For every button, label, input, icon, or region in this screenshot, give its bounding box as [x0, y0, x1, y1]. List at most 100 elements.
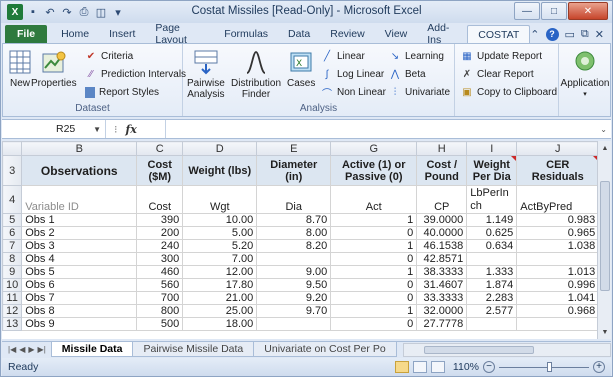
column-header-d[interactable]: D — [182, 141, 258, 156]
properties-button[interactable]: Properties — [31, 48, 77, 89]
diameter-cell[interactable]: 9.00 — [256, 265, 332, 279]
active-cell[interactable]: 1 — [330, 304, 418, 318]
clear-report-button[interactable]: ✗ Clear Report — [461, 66, 534, 82]
row-header[interactable]: 4 — [2, 185, 23, 214]
workbook-restore-icon[interactable]: ⧉ — [581, 28, 589, 41]
row-header[interactable]: 7 — [2, 239, 23, 253]
help-icon[interactable]: ? — [545, 27, 559, 41]
criteria-button[interactable]: ✔ Criteria — [85, 48, 133, 64]
select-all-corner[interactable] — [2, 141, 23, 156]
active-cell[interactable]: 0 — [330, 278, 418, 292]
undo-icon[interactable]: ↶ — [43, 5, 57, 19]
scroll-down-icon[interactable]: ▼ — [598, 325, 611, 339]
variable-id-cell[interactable]: CP — [416, 185, 468, 214]
cost-per-pound-cell[interactable]: 27.7778 — [416, 317, 468, 331]
save-icon[interactable]: ▪ — [26, 5, 40, 19]
weight-per-dia-cell[interactable] — [466, 252, 518, 266]
cost-cell[interactable]: 200 — [136, 226, 184, 240]
print-preview-icon[interactable]: ◫ — [94, 5, 108, 19]
weight-cell[interactable]: 7.00 — [182, 252, 258, 266]
zoom-slider-knob[interactable] — [547, 362, 552, 372]
update-report-button[interactable]: ▦ Update Report — [461, 48, 542, 64]
redo-icon[interactable]: ↷ — [60, 5, 74, 19]
scroll-up-icon[interactable]: ▲ — [598, 141, 611, 155]
horizontal-scrollbar[interactable] — [402, 342, 611, 357]
univariate-button[interactable]: ⫶ Univariate — [389, 84, 450, 100]
header-cost[interactable]: Cost ($M) — [136, 155, 184, 186]
tab-insert[interactable]: Insert — [99, 25, 145, 43]
row-header[interactable]: 9 — [2, 265, 23, 279]
observation-cell[interactable]: Obs 4 — [21, 252, 138, 266]
header-weight-per-dia[interactable]: Weight Per Dia — [466, 155, 518, 186]
header-observations[interactable]: Observations — [21, 155, 138, 186]
row-header[interactable]: 10 — [2, 278, 23, 292]
weight-cell[interactable]: 25.00 — [182, 304, 258, 318]
weight-per-dia-cell[interactable]: 0.625 — [466, 226, 518, 240]
application-button[interactable]: Application ▾ — [561, 48, 609, 100]
diameter-cell[interactable]: 9.70 — [256, 304, 332, 318]
customize-qat-icon[interactable]: ▾ — [111, 5, 125, 19]
cer-residual-cell[interactable]: 0.965 — [516, 226, 600, 240]
column-header-j[interactable]: J — [516, 141, 600, 156]
cost-cell[interactable]: 500 — [136, 317, 184, 331]
active-cell[interactable]: 1 — [330, 239, 418, 253]
tab-costat[interactable]: COSTAT — [467, 25, 531, 43]
log-linear-button[interactable]: ∫ Log Linear — [321, 66, 385, 82]
active-cell[interactable]: 0 — [330, 291, 418, 305]
cer-residual-cell[interactable]: 1.038 — [516, 239, 600, 253]
cer-residual-cell[interactable]: 1.041 — [516, 291, 600, 305]
variable-id-cell[interactable]: ActByPred — [516, 185, 600, 214]
active-cell[interactable]: 0 — [330, 317, 418, 331]
weight-cell[interactable]: 18.00 — [182, 317, 258, 331]
tab-data[interactable]: Data — [278, 25, 320, 43]
active-cell[interactable]: 1 — [330, 265, 418, 279]
variable-id-cell[interactable]: Wgt — [182, 185, 258, 214]
weight-cell[interactable]: 12.00 — [182, 265, 258, 279]
normal-view-icon[interactable] — [394, 361, 409, 373]
row-header[interactable]: 11 — [2, 291, 23, 305]
observation-cell[interactable]: Obs 3 — [21, 239, 138, 253]
close-button[interactable]: ✕ — [568, 2, 608, 20]
row-header[interactable]: 8 — [2, 252, 23, 266]
diameter-cell[interactable]: 8.00 — [256, 226, 332, 240]
observation-cell[interactable]: Obs 9 — [21, 317, 138, 331]
workbook-close-icon[interactable]: ✕ — [595, 28, 604, 41]
next-sheet-icon[interactable]: ▶ — [28, 345, 34, 354]
active-cell[interactable]: 0 — [330, 252, 418, 266]
vertical-scrollbar[interactable]: ▲ ▼ — [597, 141, 611, 339]
copy-to-clipboard-button[interactable]: ▣ Copy to Clipboard — [461, 84, 557, 100]
cases-button[interactable]: X Cases — [287, 48, 315, 89]
column-header-g[interactable]: G — [330, 141, 418, 156]
active-cell[interactable]: 0 — [330, 226, 418, 240]
column-header-h[interactable]: H — [416, 141, 468, 156]
column-header-b[interactable]: B — [21, 141, 138, 156]
diameter-cell[interactable]: 9.20 — [256, 291, 332, 305]
observation-cell[interactable]: Obs 6 — [21, 278, 138, 292]
cost-per-pound-cell[interactable]: 38.3333 — [416, 265, 468, 279]
diameter-cell[interactable]: 8.70 — [256, 213, 332, 227]
cer-residual-cell[interactable]: 0.983 — [516, 213, 600, 227]
name-box-dropdown-icon[interactable]: ▼ — [93, 125, 101, 134]
zoom-out-icon[interactable]: − — [483, 361, 495, 373]
row-header[interactable]: 13 — [2, 317, 23, 331]
prev-sheet-icon[interactable]: ◀ — [19, 345, 25, 354]
weight-per-dia-cell[interactable]: 0.634 — [466, 239, 518, 253]
name-box[interactable]: R25 ▼ — [2, 120, 106, 138]
last-sheet-icon[interactable]: ▶| — [38, 345, 46, 354]
zoom-slider[interactable] — [499, 361, 589, 373]
header-weight[interactable]: Weight (lbs) — [182, 155, 258, 186]
row-header[interactable]: 5 — [2, 213, 23, 227]
tab-formulas[interactable]: Formulas — [214, 25, 278, 43]
minimize-button[interactable]: — — [514, 2, 540, 20]
cost-per-pound-cell[interactable]: 31.4607 — [416, 278, 468, 292]
cost-per-pound-cell[interactable]: 42.8571 — [416, 252, 468, 266]
row-header[interactable]: 6 — [2, 226, 23, 240]
variable-id-cell[interactable]: Cost — [136, 185, 184, 214]
linear-button[interactable]: ╱ Linear — [321, 48, 365, 64]
diameter-cell[interactable] — [256, 317, 332, 331]
zoom-level[interactable]: 110% — [453, 361, 479, 373]
cer-residual-cell[interactable]: 0.996 — [516, 278, 600, 292]
observation-cell[interactable]: Obs 2 — [21, 226, 138, 240]
header-active-passive[interactable]: Active (1) or Passive (0) — [330, 155, 418, 186]
weight-cell[interactable]: 17.80 — [182, 278, 258, 292]
